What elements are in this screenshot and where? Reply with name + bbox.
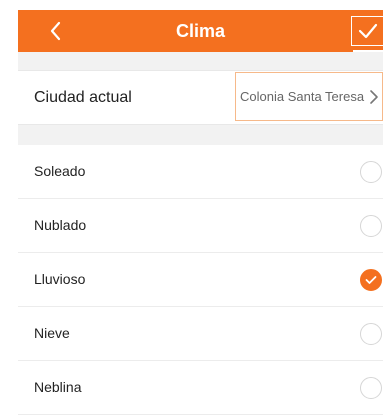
current-city-row[interactable]: Ciudad actual Colonia Santa Teresa <box>18 70 383 125</box>
option-neblina[interactable]: Neblina <box>18 361 383 415</box>
weather-options-list: Soleado Nublado Lluvioso Nieve Neblina <box>18 145 383 415</box>
city-value: Colonia Santa Teresa <box>240 89 365 104</box>
option-soleado[interactable]: Soleado <box>18 145 383 199</box>
current-city-label: Ciudad actual <box>34 89 132 106</box>
check-icon <box>358 23 377 39</box>
page-title: Clima <box>175 21 226 41</box>
city-selector[interactable]: Colonia Santa Teresa <box>235 72 383 121</box>
option-label: Nublado <box>34 217 87 233</box>
section-divider <box>18 52 383 70</box>
option-lluvioso[interactable]: Lluvioso <box>18 253 383 307</box>
check-icon <box>365 276 377 284</box>
option-label: Lluvioso <box>34 271 86 287</box>
confirm-button[interactable] <box>351 16 383 46</box>
option-label: Soleado <box>34 163 86 179</box>
screen-edge <box>0 0 18 415</box>
chevron-right-icon <box>370 90 378 104</box>
option-label: Neblina <box>34 379 82 395</box>
option-nublado[interactable]: Nublado <box>18 199 383 253</box>
radio-unchecked[interactable] <box>360 161 382 183</box>
radio-checked[interactable] <box>360 269 382 291</box>
app-header: Clima <box>18 10 383 52</box>
option-nieve[interactable]: Nieve <box>18 307 383 361</box>
radio-unchecked[interactable] <box>360 377 382 399</box>
radio-unchecked[interactable] <box>360 215 382 237</box>
option-label: Nieve <box>34 325 70 341</box>
radio-unchecked[interactable] <box>360 323 382 345</box>
section-divider <box>18 125 383 145</box>
